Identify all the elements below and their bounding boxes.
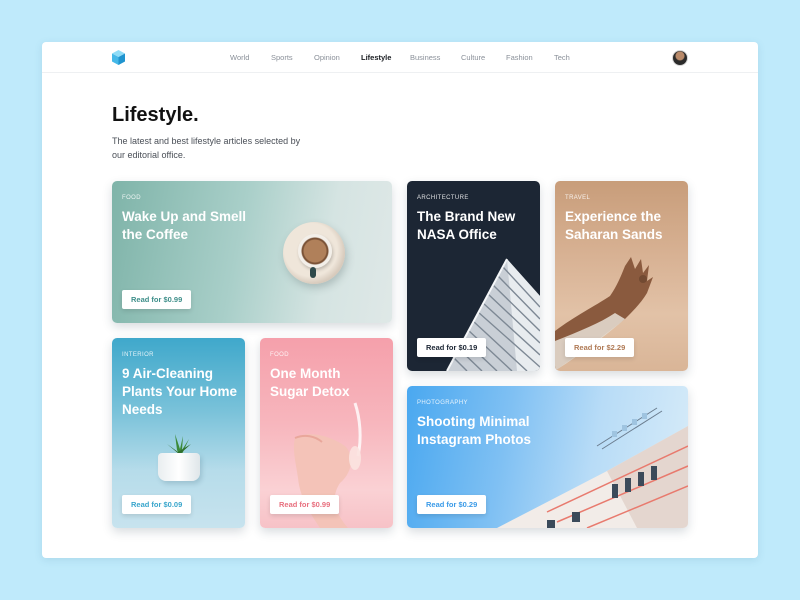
app-window: World Sports Opinion Lifestyle Business …	[42, 42, 758, 558]
cup-handle-image	[310, 267, 316, 278]
plant-pot-image	[158, 453, 200, 481]
card-category: INTERIOR	[122, 352, 154, 358]
read-button[interactable]: Read for $0.99	[270, 495, 340, 514]
user-avatar[interactable]	[672, 50, 688, 66]
card-title: Shooting Minimal Instagram Photos	[417, 414, 532, 447]
nav-item-business[interactable]: Business	[410, 53, 440, 62]
article-card-nasa[interactable]: ARCHITECTURE The Brand New NASA Office R…	[407, 181, 540, 371]
card-title: Experience the Saharan Sands	[565, 209, 663, 242]
page-description: The latest and best lifestyle articles s…	[112, 136, 301, 160]
read-button[interactable]: Read for $0.19	[417, 338, 487, 357]
nav-item-lifestyle[interactable]: Lifestyle	[361, 53, 391, 62]
nav-item-opinion[interactable]: Opinion	[314, 53, 340, 62]
article-card-photography[interactable]: PHOTOGRAPHY Shooting Minimal Instagram P…	[407, 386, 688, 528]
plant-leaves-image	[167, 434, 191, 454]
nav-item-world[interactable]: World	[230, 53, 249, 62]
card-title: One Month Sugar Detox	[270, 366, 350, 399]
card-title: Wake Up and Smell the Coffee	[122, 209, 247, 242]
nav-item-culture[interactable]: Culture	[461, 53, 485, 62]
read-button[interactable]: Read for $0.09	[122, 495, 192, 514]
card-category: FOOD	[122, 195, 141, 201]
read-button[interactable]: Read for $0.29	[417, 495, 487, 514]
article-card-plants[interactable]: INTERIOR 9 Air-Cleaning Plants Your Home…	[112, 338, 245, 528]
read-button[interactable]: Read for $2.29	[565, 338, 635, 357]
nav-item-sports[interactable]: Sports	[271, 53, 293, 62]
top-nav-bar: World Sports Opinion Lifestyle Business …	[42, 42, 758, 73]
main-nav: World Sports Opinion Lifestyle Business …	[42, 42, 758, 73]
nav-item-tech[interactable]: Tech	[554, 53, 570, 62]
article-card-sugar[interactable]: FOOD One Month Sugar Detox Read for $0.9…	[260, 338, 393, 528]
card-title: 9 Air-Cleaning Plants Your Home Needs	[122, 366, 238, 417]
article-card-coffee[interactable]: FOOD Wake Up and Smell the Coffee Read f…	[112, 181, 392, 323]
read-button[interactable]: Read for $0.99	[122, 290, 192, 309]
card-title: The Brand New NASA Office	[417, 209, 516, 242]
coffee-cup-image	[298, 234, 332, 268]
nav-item-fashion[interactable]: Fashion	[506, 53, 533, 62]
page-title: Lifestyle.	[112, 104, 199, 126]
article-card-sahara[interactable]: TRAVEL Experience the Saharan Sands Read…	[555, 181, 688, 371]
